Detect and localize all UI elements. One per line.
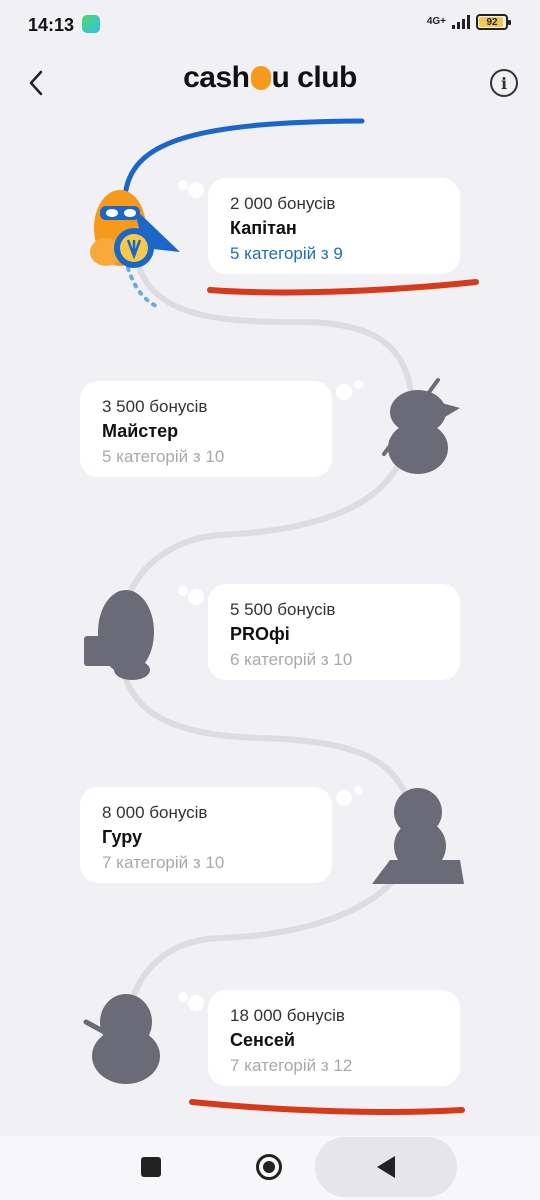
thought-bubble-small: [178, 586, 188, 596]
level-progress: 7 категорій з 12: [230, 1056, 353, 1075]
captain-mascot-icon[interactable]: [84, 182, 184, 274]
level-card-master[interactable]: 3 500 бонусів Майстер 5 категорій з 10: [80, 381, 332, 477]
profi-silhouette-icon[interactable]: [82, 584, 162, 684]
level-progress: 7 категорій з 10: [102, 853, 225, 872]
guru-silhouette-icon[interactable]: [370, 784, 466, 886]
level-title: Гуру: [102, 827, 143, 847]
level-card-profi[interactable]: 5 500 бонусів PROфі 6 категорій з 10: [208, 584, 460, 680]
level-card-sensei[interactable]: 18 000 бонусів Сенсей 7 категорій з 12: [208, 990, 460, 1086]
master-silhouette-icon[interactable]: [376, 374, 462, 476]
sensei-silhouette-icon[interactable]: [82, 988, 168, 1086]
thought-bubble-large: [188, 589, 204, 605]
underline-current-level: [207, 279, 479, 296]
underline-last-level: [189, 1099, 465, 1115]
level-bonus: 2 000 бонусів: [230, 194, 336, 213]
level-progress: 6 категорій з 10: [230, 650, 353, 669]
level-progress: 5 категорій з 9: [230, 244, 343, 263]
thought-bubble-large: [188, 182, 204, 198]
thought-bubble-small: [178, 992, 188, 1002]
recent-apps-button[interactable]: [141, 1157, 161, 1177]
level-bonus: 18 000 бонусів: [230, 1006, 345, 1025]
level-title: PROфі: [230, 624, 290, 644]
thought-bubble-large: [336, 384, 352, 400]
level-card-captain[interactable]: 2 000 бонусів Капітан 5 категорій з 9: [208, 178, 460, 274]
level-progress: 5 категорій з 10: [102, 447, 225, 466]
thought-bubble-large: [336, 790, 352, 806]
home-button[interactable]: [256, 1154, 282, 1180]
level-bonus: 3 500 бонусів: [102, 397, 208, 416]
thought-bubble-large: [188, 995, 204, 1011]
level-title: Капітан: [230, 218, 297, 238]
level-title: Сенсей: [230, 1030, 295, 1050]
triangle-back-icon: [377, 1156, 395, 1178]
system-back-button[interactable]: [315, 1137, 457, 1197]
level-title: Майстер: [102, 421, 179, 441]
thought-bubble-small: [354, 380, 363, 389]
level-bonus: 8 000 бонусів: [102, 803, 208, 822]
thought-bubble-small: [178, 180, 188, 190]
level-bonus: 5 500 бонусів: [230, 600, 336, 619]
level-card-guru[interactable]: 8 000 бонусів Гуру 7 категорій з 10: [80, 787, 332, 883]
thought-bubble-small: [354, 786, 363, 795]
system-nav-bar: [0, 1136, 540, 1200]
